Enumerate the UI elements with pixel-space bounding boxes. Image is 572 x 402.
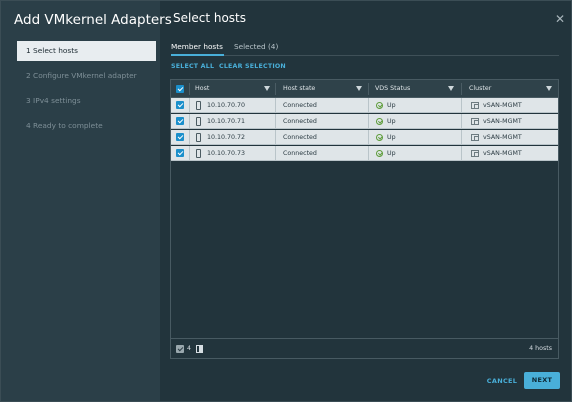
host-name[interactable]: 10.10.70.72 — [207, 130, 245, 145]
tab-selected[interactable]: Selected (4) — [234, 42, 278, 51]
cluster-icon — [471, 118, 479, 125]
filter-icon[interactable] — [448, 86, 454, 91]
tab-member-hosts[interactable]: Member hosts — [171, 42, 223, 51]
hosts-datagrid: Host Host state VDS Status Cluster 10.10… — [170, 79, 559, 359]
cluster-name[interactable]: vSAN-MGMT — [483, 98, 522, 113]
table-row[interactable]: 10.10.70.72 Connected Up vSAN-MGMT — [171, 130, 558, 145]
step-configure-vmkernel-adapter[interactable]: 2 Configure VMkernel adapter — [17, 66, 156, 86]
select-all-checkbox[interactable] — [176, 85, 184, 93]
status-ok-icon — [376, 150, 383, 157]
total-hosts: 4 hosts — [529, 345, 552, 352]
column-divider — [368, 146, 369, 161]
column-divider — [189, 130, 190, 145]
column-divider — [368, 130, 369, 145]
vds-status: Up — [387, 118, 396, 125]
tab-bar: Member hosts Selected (4) — [171, 39, 559, 56]
cluster-icon — [471, 102, 479, 109]
selection-checkbox-icon — [176, 345, 184, 353]
wizard-title: Add VMkernel Adapters — [14, 12, 172, 28]
host-state: Connected — [283, 134, 317, 141]
cancel-button[interactable]: CANCEL — [483, 374, 521, 388]
column-divider — [368, 83, 369, 95]
column-divider — [189, 146, 190, 161]
step-select-hosts[interactable]: 1 Select hosts — [17, 41, 156, 61]
step-ipv4-settings[interactable]: 3 IPv4 settings — [17, 91, 156, 111]
cluster-name[interactable]: vSAN-MGMT — [483, 114, 522, 129]
filter-icon[interactable] — [264, 86, 270, 91]
cluster-icon — [471, 134, 479, 141]
column-header-vds-status[interactable]: VDS Status — [375, 80, 410, 98]
column-divider — [275, 146, 276, 161]
wizard-content: Select hosts ✕ Member hosts Selected (4)… — [160, 1, 571, 401]
column-divider — [189, 114, 190, 129]
column-divider — [189, 83, 190, 95]
host-name[interactable]: 10.10.70.73 — [207, 146, 245, 161]
column-divider — [275, 83, 276, 95]
step-ready-to-complete[interactable]: 4 Ready to complete — [17, 116, 156, 136]
next-button[interactable]: NEXT — [524, 372, 560, 389]
host-name[interactable]: 10.10.70.71 — [207, 114, 245, 129]
column-divider — [461, 146, 462, 161]
row-checkbox[interactable] — [176, 117, 184, 125]
status-ok-icon — [376, 134, 383, 141]
column-divider — [461, 114, 462, 129]
column-divider — [461, 98, 462, 113]
vds-status: Up — [387, 134, 396, 141]
table-row[interactable]: 10.10.70.71 Connected Up vSAN-MGMT — [171, 114, 558, 129]
active-tab-indicator — [171, 54, 224, 56]
cluster-name[interactable]: vSAN-MGMT — [483, 130, 522, 145]
host-icon — [196, 117, 201, 126]
status-ok-icon — [376, 102, 383, 109]
host-state: Connected — [283, 102, 317, 109]
select-all-button[interactable]: SELECT ALL — [171, 63, 214, 70]
column-toggle-icon[interactable] — [196, 345, 203, 353]
wizard-sidebar: Add VMkernel Adapters 1 Select hosts 2 C… — [1, 1, 172, 401]
column-divider — [275, 130, 276, 145]
column-divider — [461, 83, 462, 95]
host-icon — [196, 133, 201, 142]
cluster-name[interactable]: vSAN-MGMT — [483, 146, 522, 161]
column-divider — [368, 98, 369, 113]
column-divider — [368, 114, 369, 129]
table-row[interactable]: 10.10.70.70 Connected Up vSAN-MGMT — [171, 98, 558, 113]
row-checkbox[interactable] — [176, 149, 184, 157]
status-ok-icon — [376, 118, 383, 125]
vds-status: Up — [387, 102, 396, 109]
filter-icon[interactable] — [356, 86, 362, 91]
grid-footer: 4 4 hosts — [171, 338, 558, 358]
column-divider — [189, 98, 190, 113]
close-icon[interactable]: ✕ — [555, 13, 565, 25]
clear-selection-button[interactable]: CLEAR SELECTION — [219, 63, 286, 70]
host-state: Connected — [283, 150, 317, 157]
row-checkbox[interactable] — [176, 101, 184, 109]
filter-icon[interactable] — [546, 86, 552, 91]
page-title: Select hosts — [173, 11, 246, 25]
column-header-host[interactable]: Host — [195, 80, 209, 98]
column-divider — [275, 114, 276, 129]
grid-header: Host Host state VDS Status Cluster — [171, 80, 558, 98]
column-header-cluster[interactable]: Cluster — [469, 80, 491, 98]
vds-status: Up — [387, 150, 396, 157]
add-vmkernel-adapters-dialog: Add VMkernel Adapters 1 Select hosts 2 C… — [0, 0, 572, 402]
table-row[interactable]: 10.10.70.73 Connected Up vSAN-MGMT — [171, 146, 558, 161]
host-state: Connected — [283, 118, 317, 125]
column-divider — [461, 130, 462, 145]
column-divider — [275, 98, 276, 113]
host-icon — [196, 101, 201, 110]
host-icon — [196, 149, 201, 158]
wizard-steps: 1 Select hosts 2 Configure VMkernel adap… — [17, 41, 156, 141]
host-name[interactable]: 10.10.70.70 — [207, 98, 245, 113]
column-header-host-state[interactable]: Host state — [283, 80, 315, 98]
selected-count: 4 — [187, 345, 192, 352]
cluster-icon — [471, 150, 479, 157]
row-checkbox[interactable] — [176, 133, 184, 141]
